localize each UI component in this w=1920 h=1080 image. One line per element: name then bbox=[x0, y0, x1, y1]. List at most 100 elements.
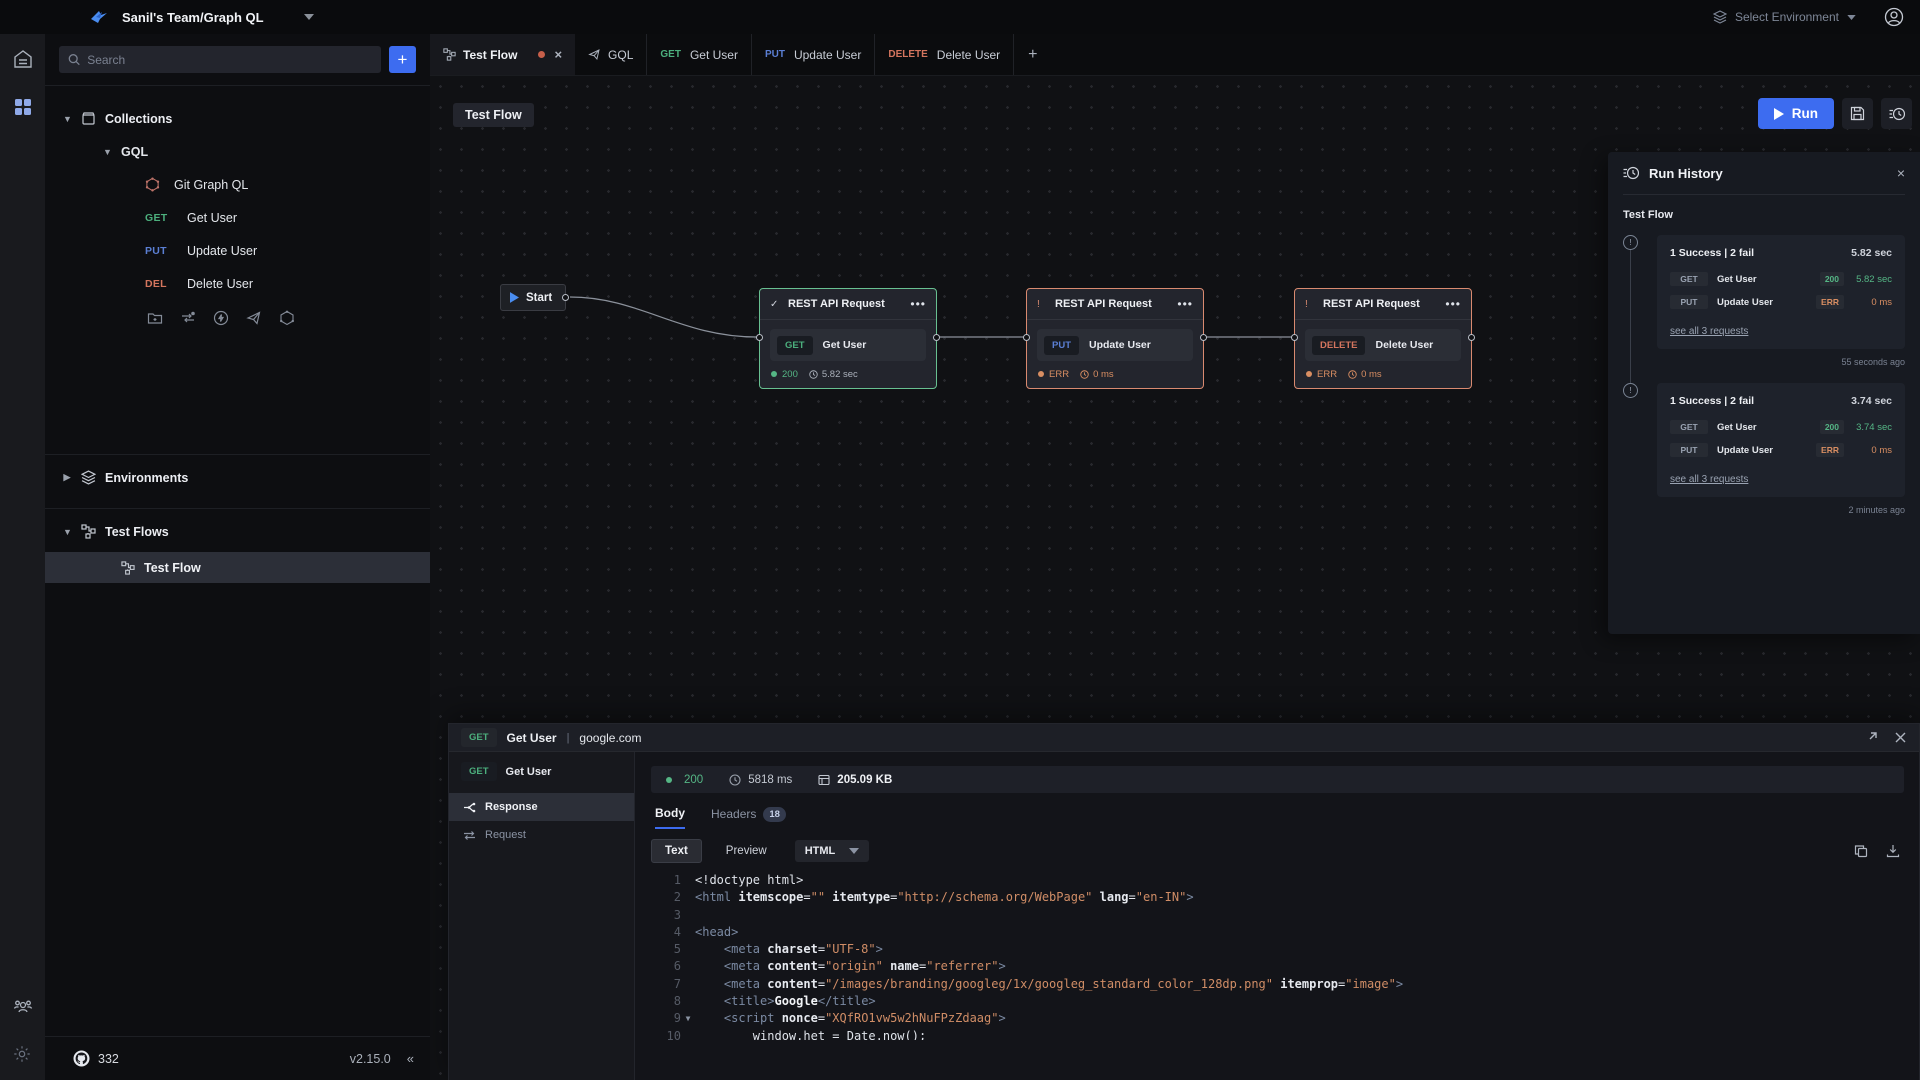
import-requests-icon[interactable] bbox=[180, 310, 196, 326]
tab-label: Test Flow bbox=[463, 48, 517, 62]
request-chip[interactable]: DELETEDelete User bbox=[1305, 329, 1461, 361]
run-history-button[interactable] bbox=[1881, 98, 1912, 129]
tab-label: Get User bbox=[690, 48, 738, 62]
view-preview-button[interactable]: Preview bbox=[726, 845, 767, 857]
copy-icon[interactable] bbox=[1854, 844, 1868, 858]
history-card[interactable]: 1 Success | 2 fail5.82 secGETGet User200… bbox=[1657, 235, 1905, 349]
tab-gql[interactable]: GQL bbox=[575, 34, 647, 75]
environments-section[interactable]: ▶ Environments bbox=[45, 461, 430, 494]
close-icon[interactable]: × bbox=[554, 47, 562, 62]
save-button[interactable] bbox=[1842, 98, 1873, 129]
tab-headers[interactable]: Headers18 bbox=[711, 807, 786, 829]
request-chip[interactable]: PUTUpdate User bbox=[1037, 329, 1193, 361]
sidebar-item-test-flow[interactable]: Test Flow bbox=[45, 552, 430, 583]
flow-icon bbox=[121, 561, 135, 575]
code-line: 5 <meta charset="UTF-8"> bbox=[651, 941, 1904, 958]
summary-text: 1 Success | 2 fail bbox=[1670, 247, 1754, 259]
history-entry: !1 Success | 2 fail3.74 secGETGet User20… bbox=[1623, 383, 1905, 531]
node-title: REST API Request bbox=[1323, 298, 1437, 310]
method-chip: GET bbox=[461, 762, 497, 781]
run-history-panel: Run History × Test Flow !1 Success | 2 f… bbox=[1608, 152, 1920, 634]
request-name: Get User bbox=[1717, 274, 1820, 285]
tab-body[interactable]: Body bbox=[655, 806, 685, 829]
start-node[interactable]: Start bbox=[500, 284, 566, 311]
workspace-name[interactable]: Sanil's Team/Graph QL bbox=[122, 10, 264, 25]
home-icon[interactable] bbox=[12, 48, 34, 70]
search-box[interactable] bbox=[59, 46, 381, 73]
history-card[interactable]: 1 Success | 2 fail3.74 secGETGet User200… bbox=[1657, 383, 1905, 497]
sidebar-item-delete-user[interactable]: DELDelete User bbox=[45, 267, 430, 300]
chevron-down-icon[interactable]: ▼ bbox=[63, 527, 71, 537]
run-button[interactable]: Run bbox=[1758, 98, 1834, 129]
top-bar: Sanil's Team/Graph QL Select Environment bbox=[0, 0, 1920, 34]
output-handle[interactable] bbox=[933, 334, 940, 341]
see-all-requests-link[interactable]: see all 3 requests bbox=[1670, 474, 1748, 485]
method-label: PUT bbox=[765, 49, 785, 60]
line-number: 9 bbox=[651, 1010, 681, 1027]
input-handle[interactable] bbox=[1023, 334, 1030, 341]
sidebar-item-response[interactable]: Response bbox=[449, 793, 634, 821]
close-icon[interactable] bbox=[1894, 731, 1907, 744]
main-area: Test Flow×GQLGETGet UserPUTUpdate UserDE… bbox=[430, 34, 1920, 1080]
output-handle[interactable] bbox=[562, 294, 569, 301]
add-folder-icon[interactable] bbox=[147, 310, 163, 326]
send-request-icon[interactable] bbox=[246, 310, 262, 326]
rest-node-delete-user[interactable]: !REST API Request•••DELETEDelete UserERR… bbox=[1294, 288, 1472, 389]
test-flows-section[interactable]: ▼ Test Flows bbox=[45, 515, 430, 548]
settings-gear-icon[interactable] bbox=[12, 1044, 34, 1066]
download-icon[interactable] bbox=[1886, 844, 1900, 858]
history-request-row: GETGet User2005.82 sec bbox=[1670, 272, 1892, 286]
output-handle[interactable] bbox=[1200, 334, 1207, 341]
github-link[interactable]: 332 bbox=[73, 1050, 119, 1067]
chevron-down-icon[interactable]: ▼ bbox=[63, 114, 71, 124]
workspaces-grid-icon[interactable] bbox=[12, 96, 34, 118]
request-chip[interactable]: GETGet User bbox=[770, 329, 926, 361]
sidebar-item-update-user[interactable]: PUTUpdate User bbox=[45, 234, 430, 267]
tab-test-flow[interactable]: Test Flow × bbox=[430, 34, 575, 75]
sidebar-item-get-user[interactable]: GETGet User bbox=[45, 201, 430, 234]
tab-delete-user[interactable]: DELETEDelete User bbox=[875, 34, 1014, 75]
new-tab-button[interactable]: + bbox=[1014, 34, 1051, 75]
tab-update-user[interactable]: PUTUpdate User bbox=[752, 34, 875, 75]
collections-section[interactable]: ▼ Collections bbox=[45, 102, 430, 135]
code-line: 3 bbox=[651, 907, 1904, 924]
input-handle[interactable] bbox=[1291, 334, 1298, 341]
socket-icon[interactable] bbox=[213, 310, 229, 326]
more-menu-icon[interactable]: ••• bbox=[1177, 297, 1193, 311]
rest-node-get-user[interactable]: ✓REST API Request•••GETGet User2005.82 s… bbox=[759, 288, 937, 389]
github-icon bbox=[73, 1050, 90, 1067]
sidebar-item-request[interactable]: Request bbox=[449, 821, 634, 849]
more-menu-icon[interactable]: ••• bbox=[910, 297, 926, 311]
more-menu-icon[interactable]: ••• bbox=[1445, 297, 1461, 311]
flow-canvas[interactable]: Test Flow Run Start ✓REST API Request•••… bbox=[430, 76, 1920, 1080]
format-select[interactable]: HTML bbox=[795, 840, 870, 862]
search-input[interactable] bbox=[87, 53, 372, 67]
input-handle[interactable] bbox=[756, 334, 763, 341]
chevron-down-icon[interactable]: ▼ bbox=[103, 147, 111, 157]
response-time: 5818 ms bbox=[748, 774, 792, 786]
sidebar-item-git-graph-ql[interactable]: Git Graph QL bbox=[45, 168, 430, 201]
request-row[interactable]: GET Get User bbox=[449, 762, 634, 793]
tab-get-user[interactable]: GET Get User bbox=[647, 34, 752, 75]
add-new-button[interactable]: + bbox=[389, 46, 416, 73]
chevron-right-icon[interactable]: ▶ bbox=[63, 472, 71, 483]
environment-selector[interactable]: Select Environment bbox=[1713, 10, 1856, 24]
workspace-chevron-down-icon[interactable] bbox=[304, 14, 314, 20]
fold-arrow-icon[interactable]: ▼ bbox=[681, 1010, 695, 1027]
team-icon[interactable] bbox=[12, 996, 34, 1018]
collections-label: Collections bbox=[105, 112, 172, 126]
graphql-icon[interactable] bbox=[279, 310, 295, 326]
expand-icon[interactable] bbox=[1865, 731, 1878, 744]
response-body-code[interactable]: 1<!doctype html>2<html itemscope="" item… bbox=[651, 872, 1904, 1040]
folder-gql[interactable]: ▼ GQL bbox=[45, 135, 430, 168]
user-avatar-icon[interactable] bbox=[1884, 7, 1904, 27]
collapse-sidebar-icon[interactable]: « bbox=[407, 1051, 414, 1066]
output-handle[interactable] bbox=[1468, 334, 1475, 341]
close-icon[interactable]: × bbox=[1897, 165, 1905, 181]
rest-node-update-user[interactable]: !REST API Request•••PUTUpdate UserERR0 m… bbox=[1026, 288, 1204, 389]
node-status-row: ERR0 ms bbox=[1295, 361, 1471, 380]
view-text-button[interactable]: Text bbox=[651, 839, 702, 863]
see-all-requests-link[interactable]: see all 3 requests bbox=[1670, 326, 1748, 337]
line-number: 8 bbox=[651, 993, 681, 1010]
method-label: GET bbox=[660, 49, 681, 60]
